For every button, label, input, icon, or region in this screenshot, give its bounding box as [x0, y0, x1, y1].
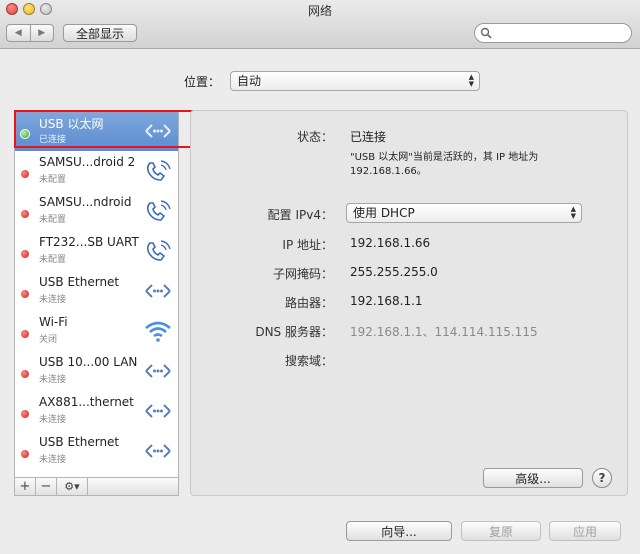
status-dot-red: [21, 170, 29, 178]
configure-ipv4-select[interactable]: 使用 DHCP ▲ ▼: [346, 203, 582, 223]
service-list[interactable]: USB 以太网 已连接 SAMSU...droid 2 未配置 SAMSU...…: [14, 110, 179, 478]
phone-icon: [146, 240, 171, 261]
title-bar: 网络 ◀ ▶ 全部显示: [0, 0, 640, 49]
chevron-updown-icon: ▲ ▼: [468, 73, 474, 88]
phone-icon: [146, 200, 171, 221]
service-status: 未配置: [39, 215, 67, 225]
window-title: 网络: [307, 4, 332, 18]
chevron-updown-icon: ▲ ▼: [570, 205, 576, 220]
status-dot-red: [21, 250, 29, 258]
service-item-usb-lan-1000[interactable]: USB 10...00 LAN 未连接: [15, 351, 178, 391]
ethernet-icon: [145, 404, 171, 418]
service-status: 未配置: [39, 175, 67, 185]
phone-icon: [146, 160, 171, 181]
status-dot-red: [21, 330, 29, 338]
dns-server-label: DNS 服务器：: [255, 325, 333, 339]
service-name: USB Ethernet: [39, 435, 120, 449]
status-dot-red: [21, 370, 29, 378]
service-item-wifi[interactable]: Wi-Fi 关闭: [15, 311, 178, 351]
service-item-samsung-android[interactable]: SAMSU...ndroid 未配置: [15, 191, 178, 231]
ethernet-icon: [145, 284, 171, 298]
service-status: 未连接: [39, 375, 67, 385]
remove-service-button[interactable]: −: [36, 478, 57, 495]
forward-icon[interactable]: ▶: [31, 25, 54, 41]
search-domain-label: 搜索域：: [284, 354, 333, 368]
status-label: 状态：: [296, 130, 333, 144]
service-item-usb-ethernet[interactable]: USB Ethernet 未连接: [15, 271, 178, 311]
ip-address-label: IP 地址：: [282, 238, 333, 252]
service-status: 未连接: [39, 415, 67, 425]
service-name: Wi-Fi: [39, 315, 68, 329]
ip-address-value: 192.168.1.66: [350, 236, 431, 250]
service-name: USB 10...00 LAN: [39, 355, 138, 369]
service-name: USB Ethernet: [39, 275, 120, 289]
back-icon[interactable]: ◀: [7, 25, 31, 41]
ipv4-label: 配置 IPv4：: [267, 208, 333, 222]
service-name: SAMSU...ndroid: [39, 195, 132, 209]
help-button[interactable]: ?: [592, 468, 612, 488]
location-select[interactable]: 自动 ▲ ▼: [230, 71, 480, 91]
wifi-icon: [145, 321, 171, 342]
revert-button[interactable]: 复原: [461, 521, 541, 541]
subnet-mask-label: 子网掩码：: [272, 267, 333, 281]
service-item-samsung-2[interactable]: SAMSU...droid 2 未配置: [15, 151, 178, 191]
location-value: 自动: [237, 74, 262, 88]
service-item-ax881[interactable]: AX881...thernet 未连接: [15, 391, 178, 431]
service-status: 未连接: [39, 455, 67, 465]
status-dot-red: [21, 210, 29, 218]
router-label: 路由器：: [284, 296, 333, 310]
service-status: 关闭: [39, 335, 58, 345]
service-list-toolbar: + − ⚙▾: [14, 478, 179, 496]
apply-button[interactable]: 应用: [549, 521, 621, 541]
gear-icon[interactable]: ⚙▾: [57, 478, 88, 495]
dns-server-value: 192.168.1.1、114.114.115.115: [350, 325, 538, 339]
service-item-usb-ethernet-2[interactable]: USB Ethernet 未连接: [15, 431, 178, 471]
service-name: FT232...SB UART: [39, 235, 139, 249]
status-dot-red: [21, 290, 29, 298]
show-all-button[interactable]: 全部显示: [63, 24, 137, 42]
service-name: SAMSU...droid 2: [39, 155, 136, 169]
advanced-button[interactable]: 高级...: [483, 468, 583, 488]
ethernet-icon: [145, 364, 171, 378]
service-item-ft232[interactable]: FT232...SB UART 未配置: [15, 231, 178, 271]
service-name: AX881...thernet: [39, 395, 134, 409]
search-input[interactable]: [474, 23, 632, 43]
status-value: 已连接: [350, 130, 387, 144]
status-note: "USB 以太网"当前是活跃的，其 IP 地址为 192.168.1.66。: [350, 152, 539, 177]
router-value: 192.168.1.1: [350, 294, 423, 308]
status-dot-red: [21, 450, 29, 458]
selection-highlight-box: [14, 110, 194, 148]
ipv4-value: 使用 DHCP: [353, 206, 415, 220]
back-forward-group: ◀ ▶: [6, 24, 54, 42]
service-status: 未配置: [39, 255, 67, 265]
add-service-button[interactable]: +: [15, 478, 36, 495]
search-icon: [480, 27, 492, 39]
status-dot-red: [21, 410, 29, 418]
assist-me-button[interactable]: 向导...: [346, 521, 452, 541]
subnet-mask-value: 255.255.255.0: [350, 265, 438, 279]
location-label: 位置：: [184, 75, 221, 89]
ethernet-icon: [145, 444, 171, 458]
service-status: 未连接: [39, 295, 67, 305]
